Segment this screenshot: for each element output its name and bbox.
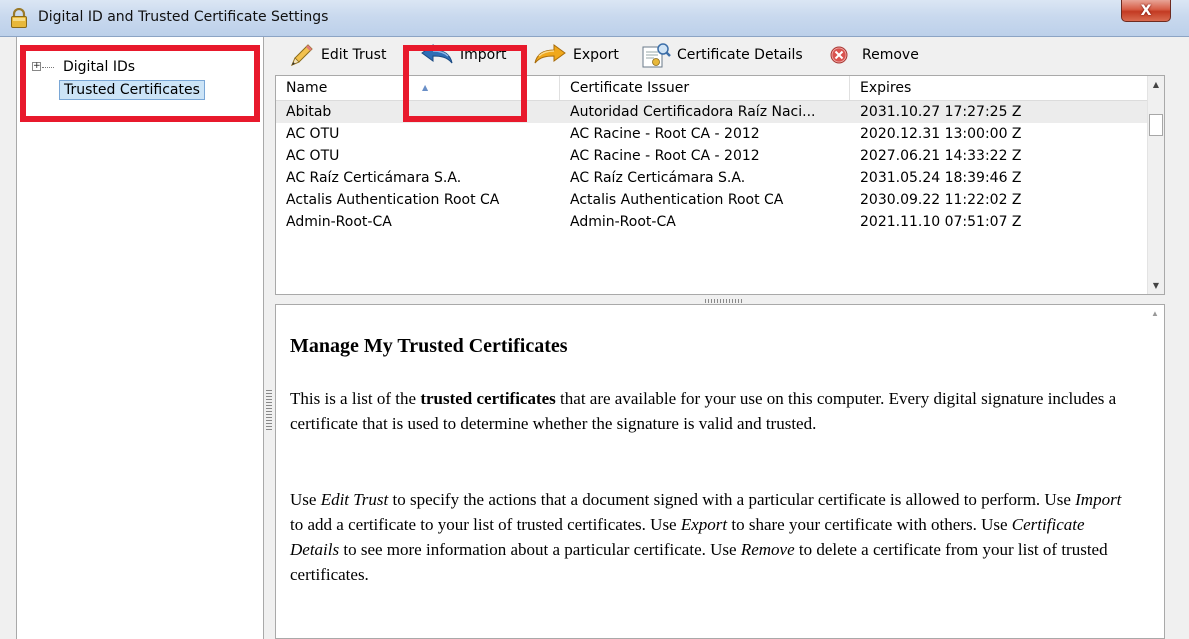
description-heading: Manage My Trusted Certificates: [290, 335, 568, 357]
vertical-splitter[interactable]: [266, 390, 272, 430]
close-icon: X: [1140, 2, 1152, 19]
right-area: Edit Trust Import Export Certificate Det…: [275, 37, 1177, 639]
column-header-issuer[interactable]: Certificate Issuer: [560, 76, 850, 100]
certificate-details-button[interactable]: Certificate Details: [641, 37, 803, 73]
scroll-up-icon[interactable]: ▲: [1148, 76, 1164, 93]
scroll-up-icon[interactable]: ▲: [1147, 305, 1163, 322]
close-button[interactable]: X: [1121, 0, 1171, 22]
export-arrow-icon: [534, 44, 566, 64]
scroll-thumb[interactable]: [1149, 114, 1163, 136]
table-row[interactable]: Actalis Authentication Root CA Actalis A…: [276, 189, 1148, 211]
table-row[interactable]: Admin-Root-CA Admin-Root-CA 2021.11.10 0…: [276, 211, 1148, 233]
remove-button[interactable]: Remove: [828, 37, 919, 73]
remove-icon: [830, 46, 848, 64]
window-title: Digital ID and Trusted Certificate Setti…: [38, 9, 329, 25]
description-paragraph: This is a list of the trusted certificat…: [290, 389, 1117, 433]
edit-trust-label: Edit Trust: [321, 47, 387, 63]
highlight-tree-annotation: [20, 45, 260, 122]
tree-pane: + Digital IDs Trusted Certificates: [16, 37, 264, 639]
title-bar[interactable]: Digital ID and Trusted Certificate Setti…: [0, 0, 1189, 37]
highlight-import-annotation: [403, 45, 527, 122]
table-row[interactable]: AC OTU AC Racine - Root CA - 2012 2020.1…: [276, 123, 1148, 145]
edit-trust-button[interactable]: Edit Trust: [289, 37, 386, 73]
remove-label: Remove: [862, 47, 919, 63]
export-button[interactable]: Export: [533, 37, 619, 73]
pencil-icon: [291, 44, 313, 66]
certificate-details-label: Certificate Details: [677, 47, 803, 63]
lock-icon: [11, 8, 27, 28]
column-header-expires[interactable]: Expires: [850, 76, 1148, 100]
description-scrollbar[interactable]: ▲: [1147, 305, 1164, 638]
table-row[interactable]: AC OTU AC Racine - Root CA - 2012 2027.0…: [276, 145, 1148, 167]
scroll-down-icon[interactable]: ▼: [1148, 277, 1164, 294]
certificate-details-icon: [642, 43, 671, 68]
export-label: Export: [573, 47, 619, 63]
description-paragraph: Use Edit Trust to specify the actions th…: [290, 490, 1122, 584]
description-pane: Manage My Trusted Certificates This is a…: [275, 304, 1165, 639]
list-scrollbar[interactable]: ▲ ▼: [1147, 76, 1164, 294]
horizontal-splitter[interactable]: [705, 299, 743, 303]
table-row[interactable]: AC Raíz Certicámara S.A. AC Raíz Certicá…: [276, 167, 1148, 189]
dialog-window: Digital ID and Trusted Certificate Setti…: [0, 0, 1189, 639]
